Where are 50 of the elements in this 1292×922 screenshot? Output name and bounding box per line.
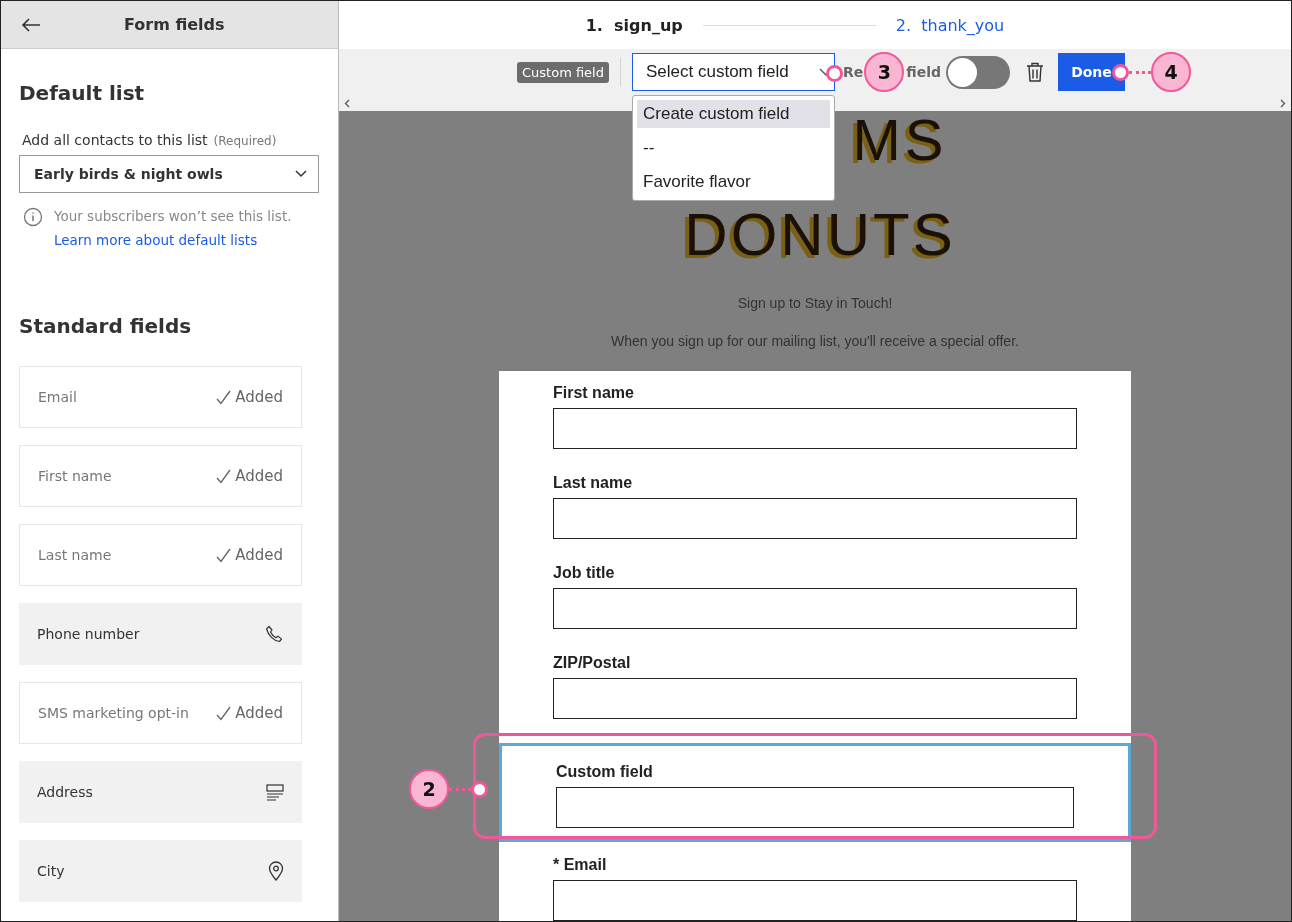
field-label: * Email (553, 856, 607, 873)
section-heading: Standard fields (19, 314, 193, 338)
step-tab[interactable]: 2. thank_you (893, 11, 1007, 39)
dropdown-option[interactable]: Favorite flavor (637, 168, 830, 196)
field-label: First name (553, 384, 634, 401)
field-card[interactable]: SMS marketing opt-in Added (19, 682, 302, 744)
element-type-tag: Custom field (517, 61, 609, 83)
callout-badge: 2 (409, 769, 449, 809)
added-status: Added (235, 467, 283, 485)
sidebar-title: Form fields (124, 15, 225, 34)
field-card[interactable]: First name Added (19, 445, 302, 507)
logo-text: MS (852, 111, 948, 169)
custom-field-select[interactable]: Select custom field (632, 53, 835, 91)
required-label: field (906, 64, 941, 80)
field-name: Address (37, 784, 93, 800)
form-heading: Sign up to Stay in Touch! (737, 295, 893, 311)
done-button[interactable]: Done (1058, 53, 1125, 91)
required-label: Re (843, 64, 864, 80)
field-name: SMS marketing opt-in (38, 705, 189, 721)
required-note: (Required) (213, 134, 277, 148)
section-heading: Default list (19, 81, 146, 105)
field-label: Last name (553, 474, 633, 491)
field-label: Job title (553, 564, 615, 581)
field-card[interactable]: Address (19, 761, 302, 823)
added-status: Added (235, 546, 283, 564)
step-tab[interactable]: 1. sign_up (583, 11, 685, 39)
field-label: Add all contacts to this list (22, 132, 208, 148)
field-card[interactable]: Email Added (19, 366, 302, 428)
field-card[interactable]: Phone number (19, 603, 302, 665)
info-note: Your subscribers won’t see this list. Learn more about default lists (54, 207, 293, 250)
dropdown-option[interactable]: Create custom field (637, 100, 830, 128)
callout-badge: 3 (864, 52, 905, 92)
form-intro: When you sign up for our mailing list, you'll receive a special offer. (611, 333, 1019, 349)
logo-text: DONUTS (684, 205, 956, 265)
dropdown-option[interactable]: -- (637, 134, 830, 162)
field-label: ZIP/Postal (553, 654, 631, 671)
added-status: Added (235, 704, 283, 722)
field-name: First name (38, 468, 112, 484)
added-status: Added (235, 388, 283, 406)
field-card[interactable]: Last name Added (19, 524, 302, 586)
field-label: Custom field (556, 763, 653, 780)
learn-more-link[interactable]: Learn more about default lists (54, 232, 258, 248)
callout-badge: 4 (1151, 52, 1191, 92)
field-name: Email (38, 389, 77, 405)
selected-field-block[interactable]: Custom field (499, 743, 1131, 842)
field-card[interactable]: City (19, 840, 302, 902)
field-name: Last name (38, 547, 112, 563)
field-name: Phone number (37, 626, 140, 642)
list-dropdown[interactable]: Early birds & night owls (19, 155, 319, 193)
field-name: City (37, 863, 65, 879)
